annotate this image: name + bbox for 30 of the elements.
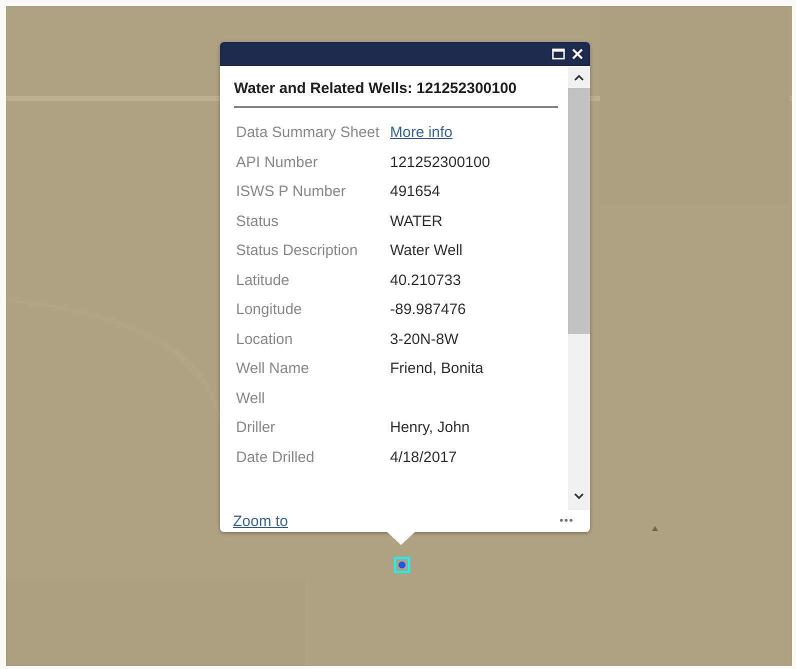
field-value: WATER xyxy=(390,212,442,230)
field-value: Water Well xyxy=(390,242,463,260)
field-label: Well xyxy=(235,390,266,407)
field-value: 3-20N-8W xyxy=(390,330,458,348)
scrollbar[interactable] xyxy=(568,66,590,510)
field-label: Well Name xyxy=(235,360,310,378)
zoom-to-link[interactable]: Zoom to xyxy=(233,512,288,530)
field-label: Status xyxy=(235,212,280,230)
popup-title: Water and Related Wells: 121252300100 xyxy=(234,80,518,98)
field-value: 40.210733 xyxy=(390,272,461,289)
maximize-icon[interactable] xyxy=(552,48,565,60)
field-label: Longitude xyxy=(235,301,303,318)
field-label: Latitude xyxy=(235,272,290,289)
field-label: ISWS P Number xyxy=(235,183,347,200)
field-value: Henry, John xyxy=(390,419,470,436)
field-value: -89.987476 xyxy=(390,301,466,318)
field-value: 4/18/2017 xyxy=(390,448,457,466)
more-info-link[interactable]: More info xyxy=(390,124,453,142)
well-marker-icon[interactable] xyxy=(394,557,410,573)
field-label: Status Description xyxy=(235,242,359,260)
field-label: API Number xyxy=(235,154,319,171)
field-value: 121252300100 xyxy=(390,154,490,171)
more-icon[interactable]: ••• xyxy=(559,515,574,527)
field-value: 491654 xyxy=(390,183,440,200)
field-label: Location xyxy=(235,330,294,348)
field-label: Driller xyxy=(235,419,276,436)
field-value: Friend, Bonita xyxy=(390,360,484,378)
field-label: Date Drilled xyxy=(235,448,316,466)
field-label: Data Summary Sheet xyxy=(235,124,380,142)
close-icon[interactable] xyxy=(571,48,584,60)
